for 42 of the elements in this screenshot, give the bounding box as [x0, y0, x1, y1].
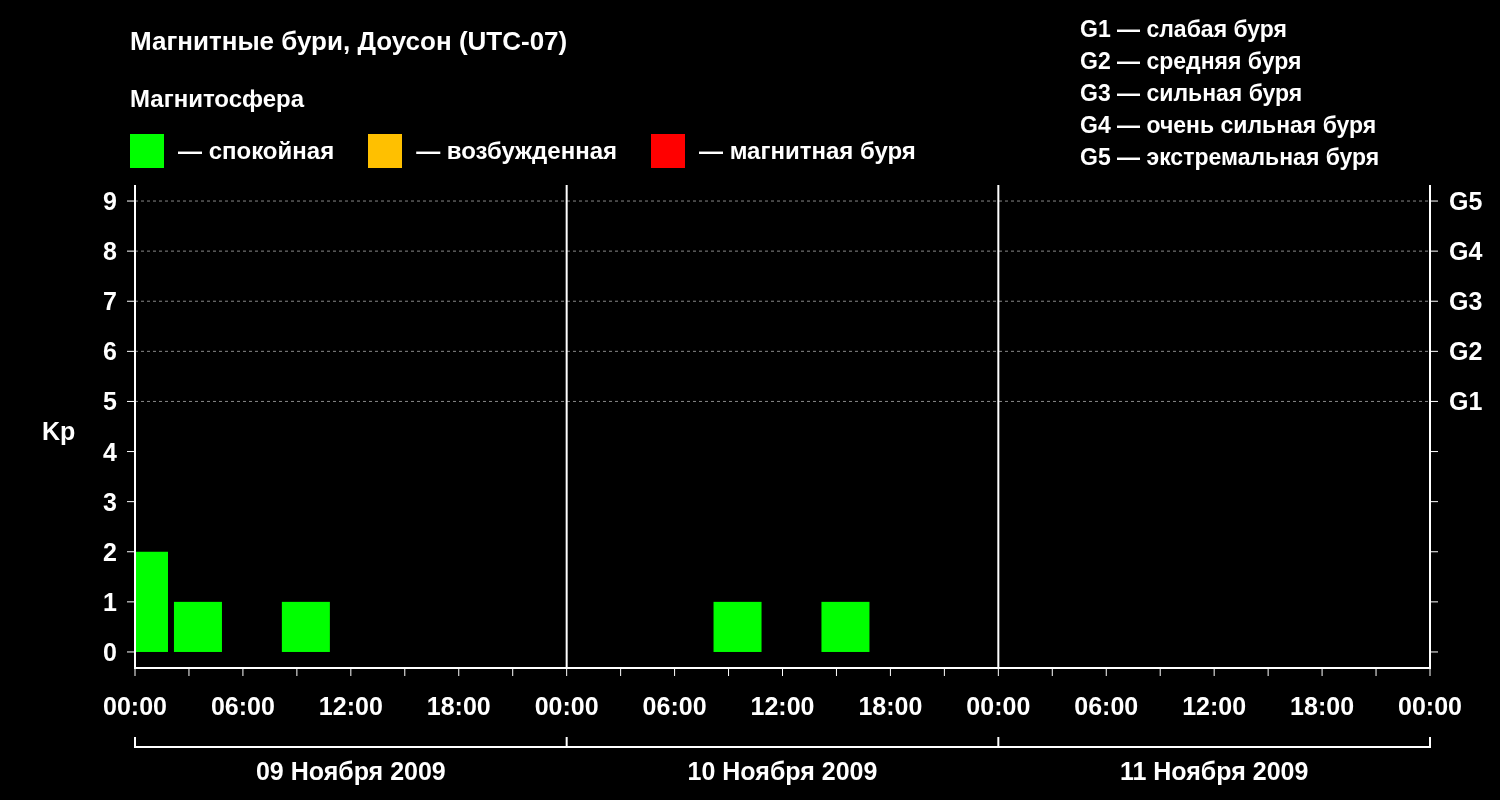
storm-scale-entry: G1 — слабая буря [1080, 15, 1289, 44]
axis-label: 06:00 [642, 692, 707, 720]
date-label: 10 Ноября 2009 [687, 757, 878, 785]
axis-label: 12:00 [1182, 692, 1247, 720]
axis-label: 2 [103, 537, 117, 566]
axis-label: 8 [103, 237, 117, 266]
date-label: 11 Ноября 2009 [1119, 757, 1309, 785]
axis-label: 18:00 [1290, 692, 1355, 720]
storm-level-label: G5 [1449, 187, 1483, 216]
storm-scale-entry: G2 — средняя буря [1080, 47, 1303, 76]
axis-label: 6 [103, 337, 117, 366]
legend-label: — магнитная буря [699, 137, 916, 165]
axis-label: 5 [103, 387, 117, 416]
axis-label: 4 [103, 437, 117, 466]
legend-label: — спокойная [178, 137, 335, 165]
storm-level-label: G4 [1449, 237, 1483, 266]
legend-label: — возбужденная [416, 137, 617, 165]
axis-label: 00:00 [966, 692, 1031, 720]
storm-level-label: G2 [1449, 337, 1483, 366]
axis-title: Kp [42, 417, 76, 445]
axis-label: 0 [103, 637, 117, 666]
storm-level-label: G3 [1449, 287, 1483, 316]
axis-label: 18:00 [858, 692, 923, 720]
axis-label: 00:00 [1398, 692, 1462, 720]
axis-label: 7 [103, 287, 117, 316]
legend-heading: Магнитосфера [130, 84, 306, 114]
storm-scale-entry: G5 — экстремальная буря [1080, 143, 1380, 172]
storm-scale-entry: G4 — очень сильная буря [1080, 111, 1378, 140]
date-label: 09 Ноября 2009 [255, 757, 446, 785]
axis-label: 00:00 [534, 692, 599, 720]
axis-label: 00:00 [103, 692, 167, 720]
axis-label: 1 [103, 587, 117, 616]
axis-label: 9 [103, 187, 117, 216]
axis-label: 12:00 [750, 692, 815, 720]
axis-label: 12:00 [318, 692, 383, 720]
axis-label: 06:00 [210, 692, 275, 720]
axis-label: 06:00 [1074, 692, 1139, 720]
axis-label: 18:00 [426, 692, 491, 720]
axis-label: 3 [103, 487, 117, 516]
storm-level-label: G1 [1449, 387, 1483, 416]
chart-title: Магнитные бури, Доусон (UTC-07) [130, 26, 569, 56]
storm-scale-entry: G3 — сильная буря [1080, 79, 1304, 108]
